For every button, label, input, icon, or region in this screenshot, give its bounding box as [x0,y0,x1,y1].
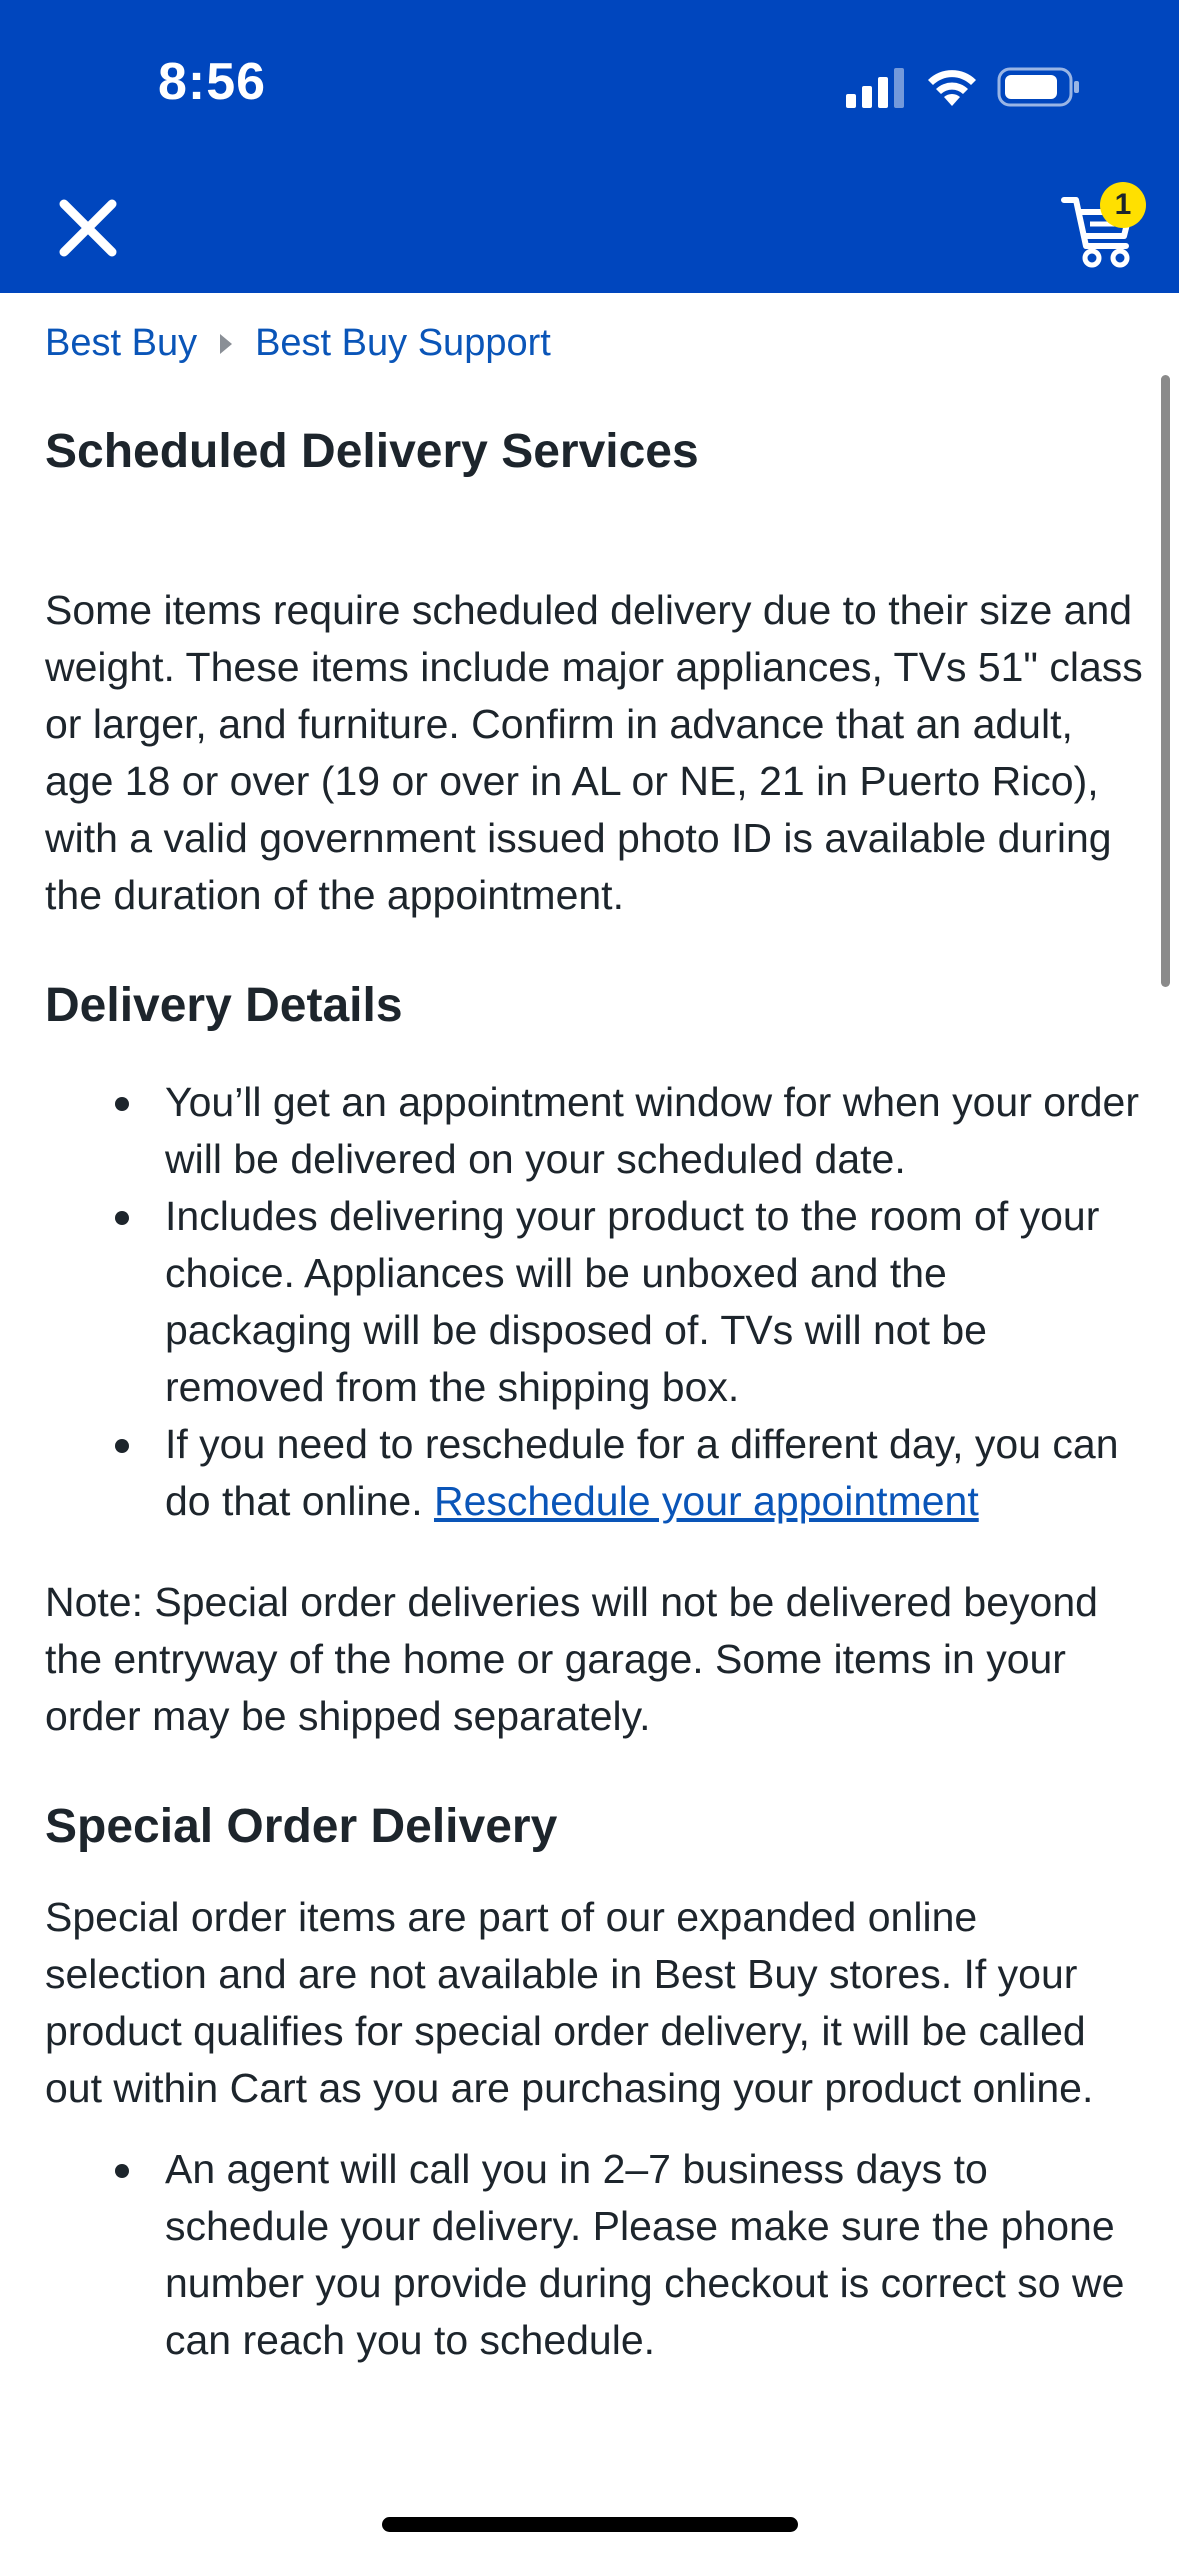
close-button[interactable] [50,190,126,266]
note-paragraph: Note: Special order deliveries will not … [45,1579,1098,1739]
close-icon [59,199,117,257]
battery-icon [997,67,1079,107]
list-item-text: You’ll get an appointment window for whe… [165,1079,1139,1182]
list-item-text: An agent will call you in 2–7 business d… [165,2146,1125,2363]
home-indicator[interactable] [382,2517,798,2532]
cellular-signal-icon [846,68,904,108]
caret-right-icon [219,322,233,365]
special-order-list: An agent will call you in 2–7 business d… [45,2141,1145,2369]
delivery-details-heading: Delivery Details [45,979,403,1032]
breadcrumb-best-buy-support[interactable]: Best Buy Support [255,322,551,365]
status-time: 8:56 [158,53,267,111]
app-header: 8:56 1 [0,0,1179,293]
reschedule-appointment-link[interactable]: Reschedule your appointment [434,1478,979,1524]
breadcrumb: Best Buy Best Buy Support [45,322,551,365]
intro-paragraph: Some items require scheduled delivery du… [45,587,1143,918]
breadcrumb-best-buy[interactable]: Best Buy [45,322,197,365]
list-item: You’ll get an appointment window for whe… [45,1074,1145,1188]
cart-count-badge: 1 [1100,182,1146,228]
wifi-icon [928,70,976,106]
special-order-heading: Special Order Delivery [45,1800,558,1853]
scrollbar[interactable] [1161,375,1170,987]
article-content: Scheduled Delivery Services Some items r… [45,420,1145,2369]
list-item: Includes delivering your product to the … [45,1188,1145,1416]
list-item-text: Includes delivering your product to the … [165,1193,1100,1410]
list-item: If you need to reschedule for a differen… [45,1416,1145,1530]
delivery-details-list: You’ll get an appointment window for whe… [45,1074,1145,1530]
page-title: Scheduled Delivery Services [45,425,699,478]
list-item: An agent will call you in 2–7 business d… [45,2141,1145,2369]
special-order-paragraph: Special order items are part of our expa… [45,1894,1094,2111]
